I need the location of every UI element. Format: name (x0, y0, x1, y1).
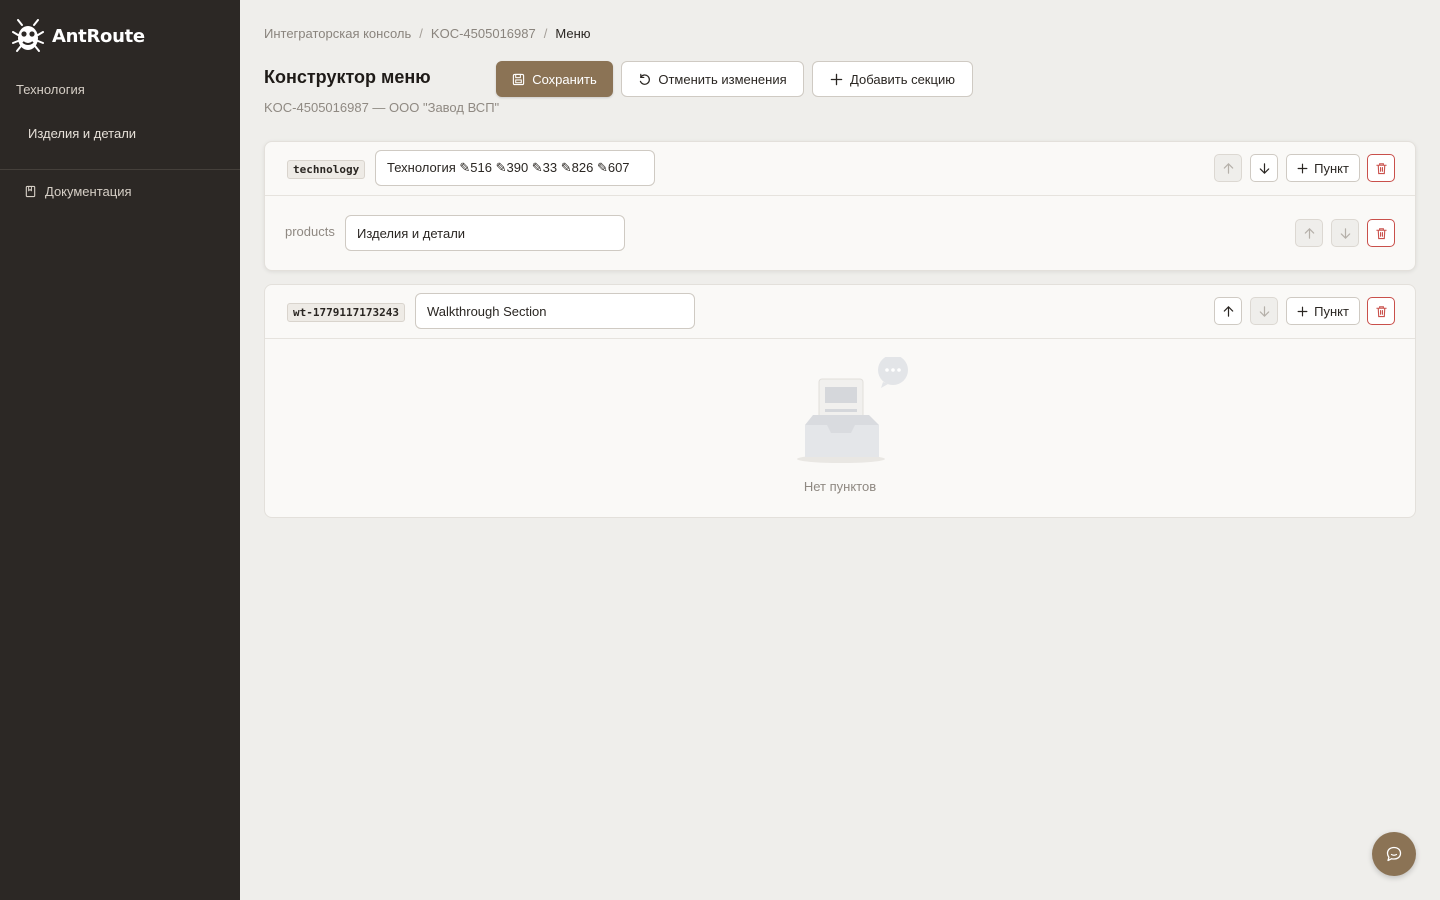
arrow-down-icon (1259, 305, 1269, 317)
breadcrumb-console[interactable]: Интеграторская консоль (264, 26, 411, 41)
breadcrumb-company[interactable]: KOC-4505016987 (431, 26, 536, 41)
plus-icon (1297, 163, 1308, 173)
delete-section-button[interactable] (1367, 154, 1395, 182)
sidebar-group-technology[interactable]: Технология (16, 82, 85, 97)
sidebar: AntRoute Технология Изделия и детали Док… (0, 0, 240, 900)
trash-icon (1375, 305, 1387, 317)
item-key-label: products (285, 224, 335, 239)
empty-state-text: Нет пунктов (803, 479, 877, 494)
add-item-button[interactable]: Пункт (1286, 297, 1360, 325)
add-section-button[interactable]: Добавить секцию (812, 61, 973, 97)
add-item-button[interactable]: Пункт (1286, 154, 1360, 182)
save-icon (513, 73, 525, 85)
save-button[interactable]: Сохранить (496, 61, 613, 97)
menu-section: technology Технология ✎516 ✎390 ✎33 ✎826… (264, 141, 1416, 271)
section-header: technology Технология ✎516 ✎390 ✎33 ✎826… (265, 142, 1415, 196)
section-title-input[interactable]: Технология ✎516 ✎390 ✎33 ✎826 ✎607 (375, 150, 655, 186)
move-section-up-button[interactable] (1214, 154, 1242, 182)
section-key-badge: technology (287, 160, 366, 179)
add-section-button-label: Добавить секцию (850, 71, 955, 87)
brand-name: AntRoute (52, 25, 145, 47)
arrow-up-icon (1223, 305, 1233, 317)
undo-icon (640, 73, 651, 85)
menu-section: wt-1779117173243 Walkthrough Section Пун… (264, 284, 1416, 518)
add-item-label: Пункт (1314, 160, 1349, 176)
delete-item-button[interactable] (1367, 219, 1395, 247)
empty-inbox-illustration (797, 357, 908, 463)
plus-icon (1297, 306, 1308, 316)
chat-button[interactable] (1372, 832, 1416, 876)
move-section-down-button[interactable] (1250, 154, 1278, 182)
section-title-input[interactable]: Walkthrough Section (415, 293, 695, 329)
plus-icon (830, 73, 843, 85)
chat-bubble-icon (1386, 846, 1402, 862)
save-button-label: Сохранить (532, 71, 597, 87)
arrow-down-icon (1340, 227, 1350, 239)
move-item-down-button[interactable] (1331, 219, 1359, 247)
breadcrumb-current: Меню (555, 26, 591, 41)
add-item-label: Пункт (1314, 303, 1349, 319)
sidebar-item-docs[interactable]: Документация (24, 184, 132, 199)
breadcrumb-separator: / (543, 26, 548, 41)
move-section-down-button[interactable] (1250, 297, 1278, 325)
arrow-up-icon (1223, 162, 1233, 174)
trash-icon (1375, 227, 1387, 239)
document-icon (25, 185, 36, 198)
page-title: Конструктор меню (264, 67, 431, 87)
breadcrumb-separator: / (419, 26, 423, 41)
sidebar-item-products[interactable]: Изделия и детали (28, 126, 136, 141)
arrow-down-icon (1259, 162, 1269, 174)
section-header: wt-1779117173243 Walkthrough Section Пун… (265, 285, 1415, 339)
section-key-badge: wt-1779117173243 (287, 303, 405, 322)
item-title-input[interactable]: Изделия и детали (345, 215, 625, 251)
ant-logo-icon (12, 19, 44, 52)
brand[interactable]: AntRoute (12, 18, 145, 54)
trash-icon (1375, 162, 1387, 174)
move-item-up-button[interactable] (1295, 219, 1323, 247)
sidebar-divider (0, 169, 240, 170)
revert-changes-button[interactable]: Отменить изменения (621, 61, 804, 97)
arrow-up-icon (1304, 227, 1314, 239)
move-section-up-button[interactable] (1214, 297, 1242, 325)
delete-section-button[interactable] (1367, 297, 1395, 325)
revert-button-label: Отменить изменения (658, 71, 787, 87)
page-subtitle: KOC-4505016987 — ООО "Завод ВСП" (264, 100, 500, 115)
sidebar-item-docs-label: Документация (45, 184, 132, 199)
breadcrumb: Интеграторская консоль / KOC-4505016987 … (264, 26, 591, 41)
